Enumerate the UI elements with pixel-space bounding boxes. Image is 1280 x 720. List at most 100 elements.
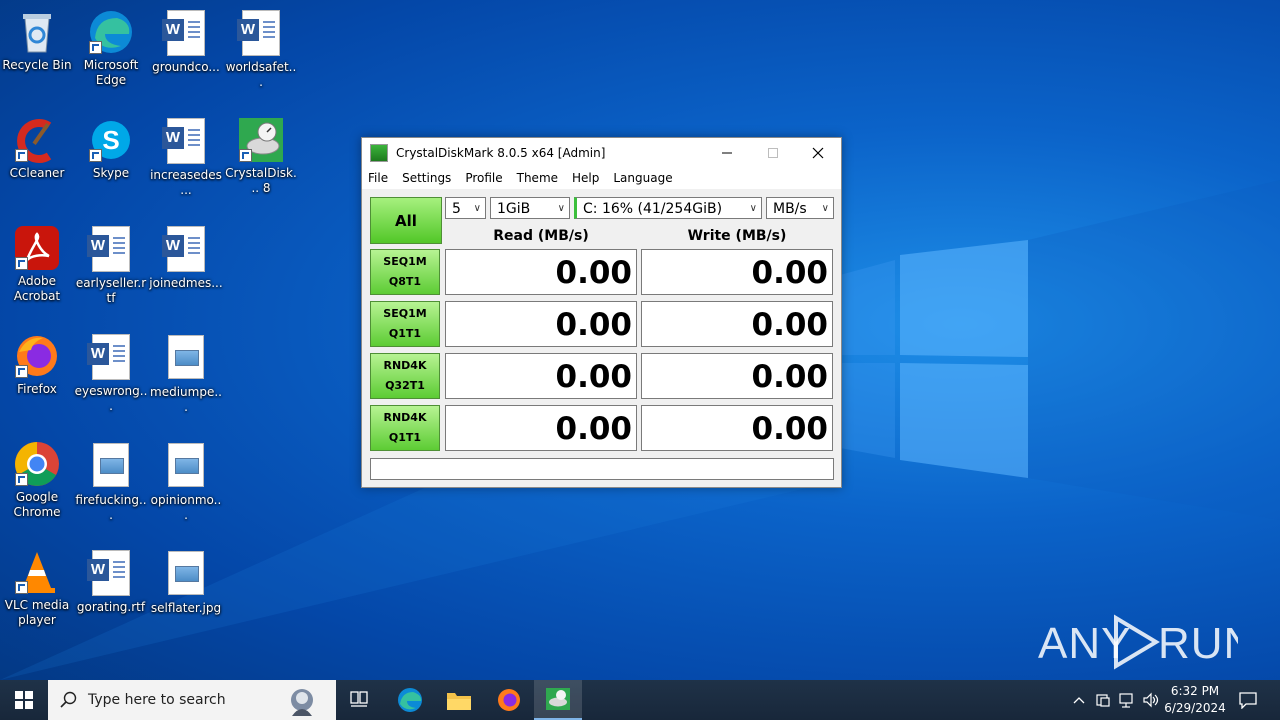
unit-select[interactable]: MB/s ∨	[766, 197, 834, 219]
desktop-icon-google-chrome[interactable]: Google Chrome	[0, 440, 74, 520]
test-params: Q1T1	[388, 327, 422, 340]
start-button[interactable]	[0, 680, 48, 720]
menu-file[interactable]: File	[368, 171, 388, 185]
desktop-icon-gorating[interactable]: W gorating.rtf	[74, 548, 148, 615]
desktop-icon-label: increasedes...	[150, 168, 222, 197]
search-placeholder: Type here to search	[88, 692, 226, 708]
image-file-icon	[162, 551, 210, 599]
menu-bar: File Settings Profile Theme Help Languag…	[362, 167, 841, 189]
test-name: RND4K	[383, 359, 427, 372]
desktop-icon-worldsafet[interactable]: W worldsafet...	[224, 8, 298, 90]
write-result: 0.00	[641, 405, 833, 451]
desktop-icon-label: selflater.jpg	[150, 601, 222, 615]
menu-profile[interactable]: Profile	[465, 171, 502, 185]
desktop-icon-ccleaner[interactable]: CCleaner	[0, 116, 74, 181]
skype-icon: S	[87, 116, 135, 164]
crystaldiskmark-icon	[546, 688, 570, 710]
taskbar-edge-button[interactable]	[386, 680, 434, 720]
desktop-icon-firefox[interactable]: Firefox	[0, 332, 74, 397]
chevron-down-icon: ∨	[749, 203, 757, 214]
desktop-icon-firefucking[interactable]: firefucking...	[74, 440, 148, 523]
volume-button[interactable]	[1140, 680, 1162, 720]
taskbar-firefox-button[interactable]	[485, 680, 533, 720]
desktop-icon-adobe-acrobat[interactable]: Adobe Acrobat	[0, 224, 74, 304]
desktop-icon-vlc[interactable]: VLC media player	[0, 548, 74, 628]
write-header: Write (MB/s)	[687, 228, 787, 244]
test-button-seq1m-q8t1[interactable]: SEQ1M Q8T1	[370, 249, 440, 295]
tray-device-icon-button[interactable]	[1092, 680, 1114, 720]
desktop-icon-crystaldiskmark[interactable]: CrystalDisk... 8	[224, 116, 298, 196]
desktop-icon-label: CCleaner	[9, 166, 65, 180]
write-result: 0.00	[641, 249, 833, 295]
task-view-button[interactable]	[336, 680, 384, 720]
folder-icon	[447, 693, 471, 710]
search-icon	[60, 691, 77, 708]
firefox-icon	[13, 332, 61, 380]
desktop-icon-label: Firefox	[17, 382, 57, 396]
desktop-icon-groundco[interactable]: W groundco...	[149, 8, 223, 75]
desktop-icon-microsoft-edge[interactable]: Microsoft Edge	[74, 8, 148, 88]
desktop-icon-opinionmo[interactable]: opinionmo...	[149, 440, 223, 523]
test-count-select[interactable]: 5 ∨	[445, 197, 486, 219]
menu-language[interactable]: Language	[613, 171, 672, 185]
test-params: Q8T1	[388, 275, 422, 288]
action-center-button[interactable]	[1234, 680, 1262, 720]
title-bar[interactable]: CrystalDiskMark 8.0.5 x64 [Admin]	[362, 138, 841, 167]
taskbar-crystaldiskmark-button[interactable]	[534, 680, 582, 720]
desktop-icon-label: joinedmes...	[149, 276, 223, 290]
desktop-icon-earlyseller[interactable]: W earlyseller.rtf	[74, 224, 148, 306]
windows-logo-icon	[15, 691, 33, 709]
desktop-icon-label: Recycle Bin	[2, 58, 72, 72]
word-doc-icon: W	[162, 118, 210, 166]
taskbar-search-box[interactable]: Type here to search	[48, 680, 336, 720]
drive-value: C: 16% (41/254GiB)	[583, 201, 723, 217]
clock-date: 6/29/2024	[1164, 701, 1226, 715]
shortcut-arrow-icon	[15, 581, 28, 594]
desktop-icon-eyeswrong[interactable]: W eyeswrong...	[74, 332, 148, 414]
desktop-icon-recycle-bin[interactable]: Recycle Bin	[0, 8, 74, 73]
crystaldiskmark-window[interactable]: CrystalDiskMark 8.0.5 x64 [Admin] File S…	[361, 137, 842, 488]
desktop-icon-joinedmes[interactable]: W joinedmes...	[149, 224, 223, 291]
minimize-icon	[722, 152, 732, 153]
maximize-button[interactable]	[750, 138, 796, 167]
image-file-icon	[162, 443, 210, 491]
word-doc-icon: W	[237, 10, 285, 58]
ccleaner-icon	[13, 116, 61, 164]
test-size-select[interactable]: 1GiB ∨	[490, 197, 570, 219]
word-doc-icon: W	[87, 550, 135, 598]
crystaldiskmark-icon	[237, 116, 285, 164]
show-hidden-icons-button[interactable]	[1068, 680, 1090, 720]
minimize-button[interactable]	[704, 138, 750, 167]
menu-settings[interactable]: Settings	[402, 171, 451, 185]
firefox-icon	[498, 689, 520, 711]
menu-theme[interactable]: Theme	[517, 171, 558, 185]
taskbar-clock[interactable]: 6:32 PM 6/29/2024	[1160, 683, 1230, 717]
desktop-icon-increasedes[interactable]: W increasedes...	[149, 116, 223, 198]
drive-select[interactable]: C: 16% (41/254GiB) ∨	[574, 197, 762, 219]
test-button-rnd4k-q32t1[interactable]: RND4K Q32T1	[370, 353, 440, 399]
write-result: 0.00	[641, 301, 833, 347]
taskbar-file-explorer-button[interactable]	[435, 680, 483, 720]
desktop-icon-selflater[interactable]: selflater.jpg	[149, 548, 223, 616]
close-button[interactable]	[795, 138, 841, 167]
desktop-icon-label: Adobe Acrobat	[13, 274, 61, 303]
test-button-rnd4k-q1t1[interactable]: RND4K Q1T1	[370, 405, 440, 451]
desktop-icon-label: earlyseller.rtf	[75, 276, 147, 305]
all-button[interactable]: All	[370, 197, 442, 244]
search-highlight-icon	[291, 689, 313, 716]
desktop-icon-mediumpe[interactable]: mediumpe...	[149, 332, 223, 415]
desktop-icon-label: mediumpe...	[150, 385, 222, 414]
desktop-icon-skype[interactable]: S Skype	[74, 116, 148, 181]
chevron-down-icon: ∨	[557, 203, 565, 214]
word-doc-icon: W	[87, 226, 135, 274]
network-button[interactable]	[1116, 680, 1138, 720]
menu-help[interactable]: Help	[572, 171, 599, 185]
vlc-icon	[13, 548, 61, 596]
shortcut-arrow-icon	[15, 257, 28, 270]
desktop-icon-label: worldsafet...	[225, 60, 297, 89]
desktop-icon-label: opinionmo...	[150, 493, 222, 522]
test-name: SEQ1M	[383, 255, 427, 268]
comment-field[interactable]	[370, 458, 834, 480]
read-result: 0.00	[445, 405, 637, 451]
test-button-seq1m-q1t1[interactable]: SEQ1M Q1T1	[370, 301, 440, 347]
